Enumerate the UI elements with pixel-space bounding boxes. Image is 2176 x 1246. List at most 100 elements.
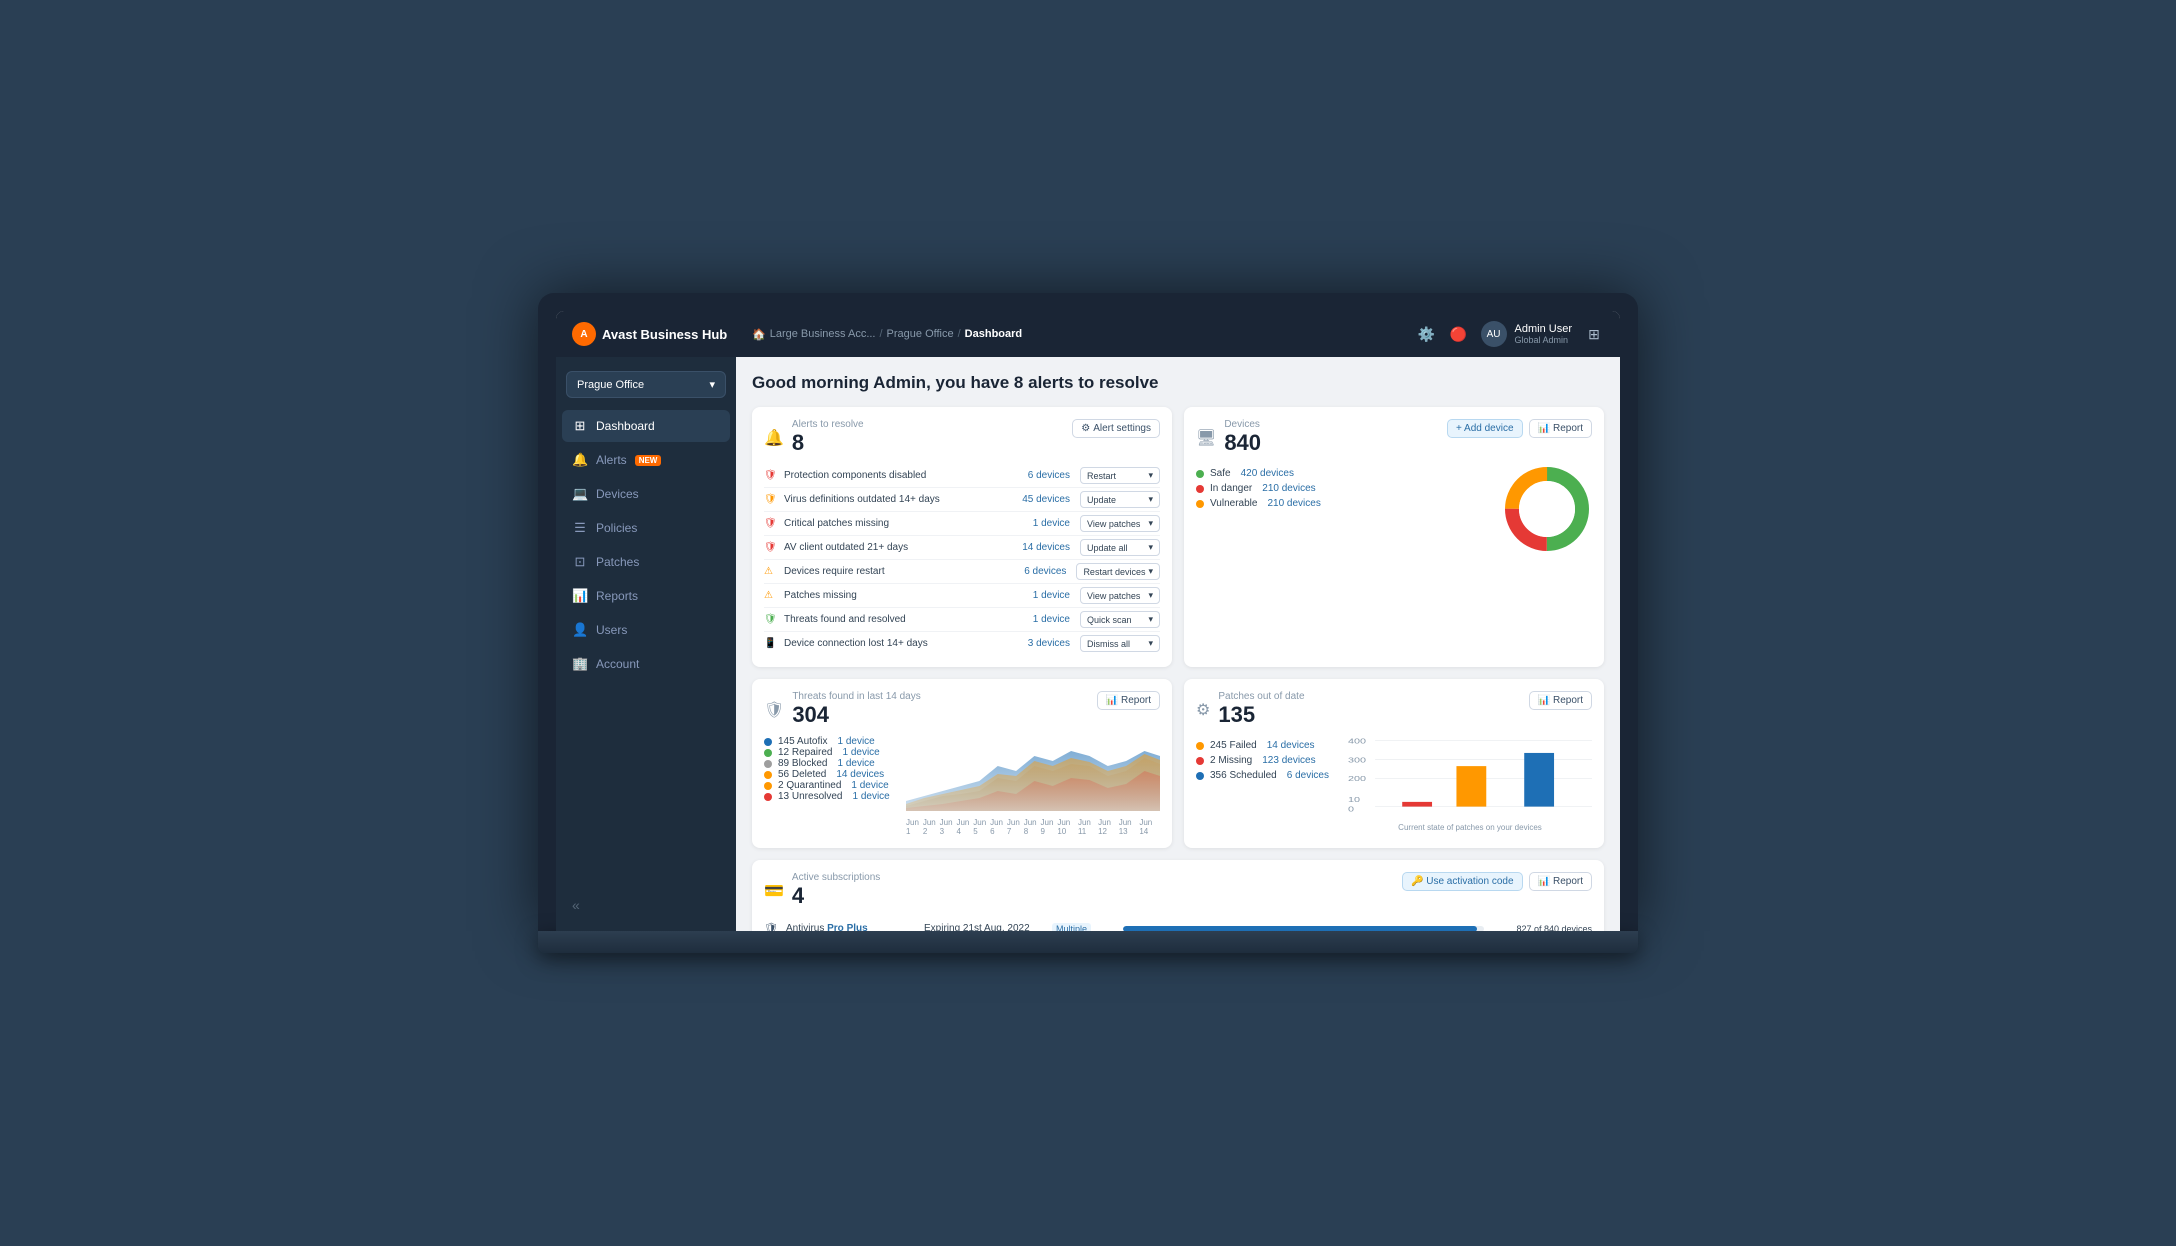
notification-icon[interactable]: 🔴 <box>1449 324 1469 344</box>
topbar-right: ⚙️ 🔴 AU Admin User Global Admin ⊞ <box>1417 321 1604 347</box>
devices-title-section: 🖥 Devices 840 <box>1196 419 1261 456</box>
stat-link-danger[interactable]: 210 devices <box>1262 483 1315 494</box>
legend-link-autofix[interactable]: 1 device <box>837 736 874 747</box>
stat-row-safe: Safe 420 devices <box>1196 468 1321 479</box>
stat-link-vulnerable[interactable]: 210 devices <box>1267 498 1320 509</box>
threats-area-chart <box>906 736 1160 811</box>
devices-report-button[interactable]: 📊 Report <box>1529 419 1592 438</box>
alert-row: ⚠ Patches missing 1 device View patches … <box>764 584 1160 608</box>
patches-card-label: Patches out of date <box>1218 691 1304 702</box>
grid-icon[interactable]: ⊞ <box>1584 324 1604 344</box>
topbar: A Avast Business Hub 🏠 Large Business Ac… <box>556 311 1620 357</box>
alert-count-4[interactable]: 14 devices <box>1022 542 1070 553</box>
alert-settings-button[interactable]: ⚙ Alert settings <box>1072 419 1160 438</box>
legend-row-blocked: 89 Blocked 1 device <box>764 758 894 769</box>
alerts-list: 🛡 Protection components disabled 6 devic… <box>764 464 1160 655</box>
subs-report-button[interactable]: 📊 Report <box>1529 872 1592 891</box>
dot-missing <box>1196 757 1204 765</box>
patches-stat-scheduled: 356 Scheduled 6 devices <box>1196 770 1336 781</box>
legend-link-unresolved[interactable]: 1 device <box>852 791 889 802</box>
subs-card-actions: 🔑 Use activation code 📊 Report <box>1402 872 1592 891</box>
alerts-card-header: 🔔 Alerts to resolve 8 ⚙ Alert settings <box>764 419 1160 456</box>
alert-count-2[interactable]: 45 devices <box>1022 494 1070 505</box>
stat-scheduled-link[interactable]: 6 devices <box>1287 770 1329 781</box>
sidebar-label-patches: Patches <box>596 555 639 569</box>
alert-action-btn-3[interactable]: View patches ▾ <box>1080 515 1160 532</box>
breadcrumb-home-icon: 🏠 <box>752 328 766 341</box>
sub-row-antivirus: 🛡 Antivirus Pro Plus Expiring 21st Aug, … <box>764 917 1592 931</box>
breadcrumb-item-1[interactable]: Large Business Acc... <box>770 328 876 340</box>
alert-count-6[interactable]: 1 device <box>1033 590 1070 601</box>
sidebar-item-reports[interactable]: 📊 Reports <box>562 580 730 612</box>
legend-row-autofix: 145 Autofix 1 device <box>764 736 894 747</box>
subs-title-text: Active subscriptions 4 <box>792 872 880 909</box>
alert-action-btn-5[interactable]: Restart devices ▾ <box>1076 563 1160 580</box>
cards-row-2: 🛡 Threats found in last 14 days 304 📊 Re… <box>752 679 1604 848</box>
alert-text-6: Patches missing <box>784 590 1033 601</box>
sidebar-item-alerts[interactable]: 🔔 Alerts NEW <box>562 444 730 476</box>
legend-link-quarantined[interactable]: 1 device <box>851 780 888 791</box>
threats-title-section: 🛡 Threats found in last 14 days 304 <box>764 691 921 728</box>
alerts-icon: 🔔 <box>572 452 588 468</box>
dot-blocked <box>764 760 772 768</box>
legend-label-quarantined: 2 Quarantined <box>778 780 841 791</box>
alerts-count: 8 <box>792 430 804 455</box>
alert-text-7: Threats found and resolved <box>784 614 1033 625</box>
alert-action-btn-1[interactable]: Restart ▾ <box>1080 467 1160 484</box>
content-area: Good morning Admin, you have 8 alerts to… <box>736 357 1620 931</box>
sidebar-label-policies: Policies <box>596 521 637 535</box>
alert-count-1[interactable]: 6 devices <box>1028 470 1070 481</box>
legend-link-deleted[interactable]: 14 devices <box>836 769 884 780</box>
subs-card-label: Active subscriptions <box>792 872 880 883</box>
alert-action-btn-7[interactable]: Quick scan ▾ <box>1080 611 1160 628</box>
alert-action-btn-4[interactable]: Update all ▾ <box>1080 539 1160 556</box>
patches-card-header: ⚙ Patches out of date 135 📊 Report <box>1196 691 1592 728</box>
alert-action-btn-6[interactable]: View patches ▾ <box>1080 587 1160 604</box>
sub-bar-antivirus <box>1123 926 1484 932</box>
alert-icon-8: 📱 <box>764 638 778 649</box>
sidebar-item-account[interactable]: 🏢 Account <box>562 648 730 680</box>
dot-autofix <box>764 738 772 746</box>
office-selector[interactable]: Prague Office ▾ <box>566 371 726 398</box>
threats-chart-area: Jun 1 Jun 2 Jun 3 Jun 4 Jun 5 Jun 6 Jun … <box>906 736 1160 836</box>
threats-report-button[interactable]: 📊 Report <box>1097 691 1160 710</box>
add-device-button[interactable]: + Add device <box>1447 419 1523 438</box>
logo-area: A Avast Business Hub <box>572 322 752 346</box>
devices-card-actions: + Add device 📊 Report <box>1447 419 1592 438</box>
sidebar-item-patches[interactable]: ⊡ Patches <box>562 546 730 578</box>
alert-count-7[interactable]: 1 device <box>1033 614 1070 625</box>
sub-devices-antivirus: 827 of 840 devices <box>1492 924 1592 932</box>
alert-count-8[interactable]: 3 devices <box>1028 638 1070 649</box>
breadcrumb-item-2[interactable]: Prague Office <box>887 328 954 340</box>
stat-failed-link[interactable]: 14 devices <box>1267 740 1315 751</box>
sidebar-label-dashboard: Dashboard <box>596 419 655 433</box>
sidebar-item-devices[interactable]: 💻 Devices <box>562 478 730 510</box>
patches-stats: 245 Failed 14 devices 2 Missing 123 devi… <box>1196 740 1336 781</box>
avatar: AU <box>1481 321 1507 347</box>
sidebar-item-dashboard[interactable]: ⊞ Dashboard <box>562 410 730 442</box>
alert-icon-2: 🛡 <box>764 494 778 505</box>
patches-stats-area: 245 Failed 14 devices 2 Missing 123 devi… <box>1196 736 1336 832</box>
alert-count-5[interactable]: 6 devices <box>1024 566 1066 577</box>
stat-link-safe[interactable]: 420 devices <box>1241 468 1294 479</box>
settings-icon[interactable]: ⚙️ <box>1417 324 1437 344</box>
sidebar-collapse-button[interactable]: « <box>556 889 736 921</box>
alert-action-btn-2[interactable]: Update ▾ <box>1080 491 1160 508</box>
alert-count-3[interactable]: 1 device <box>1033 518 1070 529</box>
breadcrumb-sep-2: / <box>958 328 961 340</box>
dot-unresolved <box>764 793 772 801</box>
legend-link-repaired[interactable]: 1 device <box>842 747 879 758</box>
stat-missing-link[interactable]: 123 devices <box>1262 755 1315 766</box>
legend-label-unresolved: 13 Unresolved <box>778 791 842 802</box>
threats-card: 🛡 Threats found in last 14 days 304 📊 Re… <box>752 679 1172 848</box>
sidebar-item-policies[interactable]: ☰ Policies <box>562 512 730 544</box>
legend-link-blocked[interactable]: 1 device <box>837 758 874 769</box>
legend-label-blocked: 89 Blocked <box>778 758 827 769</box>
alerts-card-label: Alerts to resolve <box>792 419 864 430</box>
alert-action-btn-8[interactable]: Dismiss all ▾ <box>1080 635 1160 652</box>
sidebar-label-devices: Devices <box>596 487 639 501</box>
patches-report-button[interactable]: 📊 Report <box>1529 691 1592 710</box>
use-activation-code-button[interactable]: 🔑 Use activation code <box>1402 872 1523 891</box>
sidebar-item-users[interactable]: 👤 Users <box>562 614 730 646</box>
user-name: Admin User <box>1515 323 1572 335</box>
